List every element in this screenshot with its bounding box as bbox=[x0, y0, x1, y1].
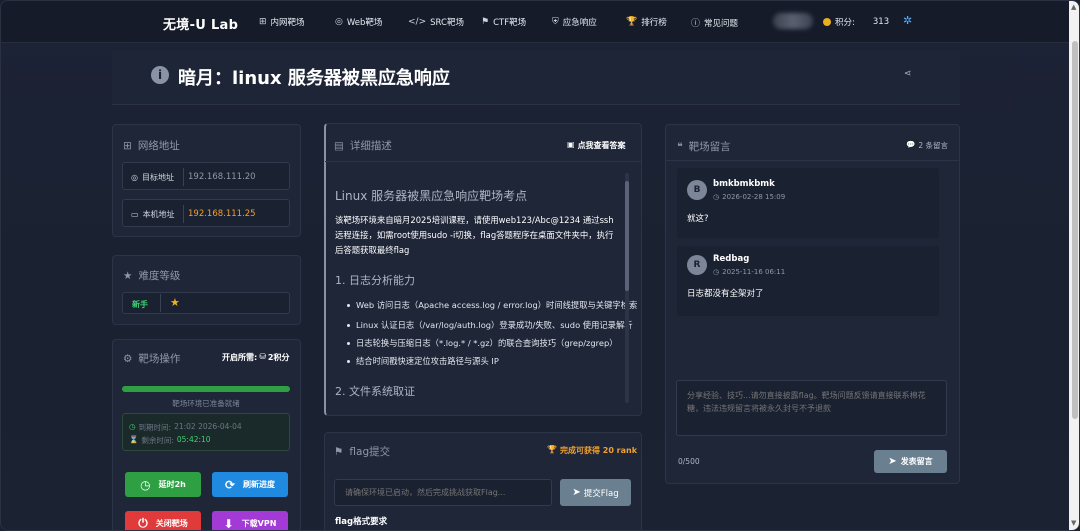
list-item: 结合时间戳快速定位攻击路径与源头 IP bbox=[347, 355, 499, 367]
star-icon: ★ bbox=[123, 269, 133, 282]
flag-heading: ⚑ flag提交 bbox=[334, 445, 391, 459]
difficulty-field: 新手 ★ bbox=[122, 292, 290, 314]
avatar: B bbox=[687, 180, 707, 200]
local-address-field[interactable]: ▭ 本机地址 192.168.111.25 bbox=[122, 199, 290, 227]
nav-item-rank[interactable]: 🏆 排行榜 bbox=[626, 16, 667, 28]
list-item: Linux 认证日志（/var/log/auth.log）登录成功/失败、sud… bbox=[347, 319, 633, 331]
flag-format-label: flag格式要求 bbox=[335, 517, 388, 527]
clock-icon: ◷ bbox=[713, 268, 720, 276]
scroll-down-icon: ▼ bbox=[1071, 519, 1077, 527]
comment-user[interactable]: bmkbmkbmk bbox=[713, 179, 775, 189]
coins-icon: ⛁ bbox=[259, 352, 266, 361]
cogs-icon: ⚙ bbox=[123, 352, 133, 365]
difficulty-level: 新手 bbox=[132, 300, 148, 309]
target-address-field[interactable]: ◎ 目标地址 192.168.111.20 bbox=[122, 162, 290, 190]
close-env-button[interactable]: ⏻ 关闭靶场 bbox=[125, 511, 201, 530]
coin-icon bbox=[823, 18, 831, 26]
hourglass-icon: ⌛ bbox=[129, 435, 139, 444]
comment-textarea[interactable] bbox=[676, 380, 947, 436]
submit-flag-button[interactable]: ➤ 提交Flag bbox=[560, 479, 631, 506]
comment-user[interactable]: Redbag bbox=[713, 254, 749, 264]
flag-icon: ⚑ bbox=[481, 17, 490, 27]
globe-icon: ◎ bbox=[335, 17, 343, 27]
comments-heading: ❝ 靶场留言 bbox=[677, 140, 731, 154]
monitor-icon: ▭ bbox=[131, 210, 139, 219]
nav-item-ctf[interactable]: ⚑ CTF靶场 bbox=[481, 16, 526, 28]
flag-reward: 🏆 完成可获得 20 rank bbox=[547, 445, 638, 455]
flag-icon: ⚑ bbox=[334, 445, 344, 458]
target-address-value[interactable]: 192.168.111.20 bbox=[188, 172, 256, 182]
power-icon: ⏻ bbox=[138, 516, 148, 530]
difficulty-heading: ★ 难度等级 bbox=[123, 269, 181, 283]
clock-icon: ◷ bbox=[129, 422, 136, 431]
network-icon: ⊞ bbox=[259, 17, 267, 27]
comments-icon: ❝ bbox=[677, 140, 683, 153]
nav-item-incident[interactable]: ⛨ 应急响应 bbox=[552, 16, 597, 28]
book-icon: ▣ bbox=[567, 140, 575, 149]
desc-section-2: 2. 文件系统取证 bbox=[335, 385, 415, 398]
local-address-value[interactable]: 192.168.111.25 bbox=[188, 209, 256, 219]
scroll-up-icon: ▲ bbox=[1071, 3, 1077, 11]
user-points: 积分: 313 bbox=[823, 16, 889, 28]
nav-item-intranet[interactable]: ⊞ 内网靶场 bbox=[259, 16, 305, 28]
info-circle-icon: i bbox=[151, 66, 169, 84]
nav-item-src[interactable]: </> SRC靶场 bbox=[408, 16, 464, 28]
desc-intro: 该靶场环境来自暗月2025培训课程，请使用web123/Abc@1234 通过s… bbox=[335, 215, 614, 255]
timer-box: ◷ 到期时间: 21:02 2026-04-04 ⌛ 剩余时间: 05:42:10 bbox=[122, 413, 290, 451]
refresh-icon: ⟳ bbox=[224, 477, 236, 492]
description-card bbox=[324, 123, 642, 416]
desc-title: Linux 服务器被黑应急响应靶场考点 bbox=[335, 189, 528, 203]
globe-icon: ◎ bbox=[131, 173, 138, 182]
clock-icon: ◷ bbox=[140, 477, 151, 492]
trophy-icon: 🏆 bbox=[626, 17, 638, 27]
ops-cost: 开启所需: ⛁ 2积分 bbox=[222, 352, 290, 362]
network-heading: ⊞ 网络地址 bbox=[123, 139, 180, 153]
page-title: 暗月：linux 服务器被黑应急响应 bbox=[178, 68, 450, 89]
download-vpn-button[interactable]: ⬇ 下载VPN bbox=[212, 511, 288, 531]
env-status: 靶场环境已准备就绪 bbox=[172, 399, 240, 408]
refresh-button[interactable]: ⟳ 刷新进度 bbox=[212, 472, 288, 497]
trophy-icon: 🏆 bbox=[547, 445, 557, 454]
env-progress-bar bbox=[122, 386, 290, 392]
brand-logo[interactable]: 无境-U Lab bbox=[163, 14, 238, 33]
comment-count: 💬 2 条留言 bbox=[906, 140, 948, 150]
view-answer-link[interactable]: ▣ 点我查看答案 bbox=[567, 140, 626, 151]
comment-icon: 💬 bbox=[906, 140, 916, 149]
send-icon: ➤ bbox=[572, 487, 581, 498]
description-scrollbar[interactable] bbox=[625, 173, 629, 403]
nav-item-faq[interactable]: ⓘ 常见问题 bbox=[691, 16, 738, 30]
list-item: 日志轮换与压缩日志（*.log.* / *.gz）的联合查询技巧（grep/zg… bbox=[347, 337, 618, 349]
settings-gear-icon[interactable]: ✲ bbox=[903, 14, 912, 27]
avatar: R bbox=[687, 255, 707, 275]
nav-item-web[interactable]: ◎ Web靶场 bbox=[335, 16, 382, 28]
shield-icon: ⛨ bbox=[552, 17, 559, 27]
list-item: Web 访问日志（Apache access.log / error.log）时… bbox=[347, 299, 637, 311]
scrollbar-thumb[interactable] bbox=[1072, 41, 1078, 419]
char-counter: 0/500 bbox=[678, 457, 700, 466]
comment-text: 就这? bbox=[687, 214, 709, 224]
send-icon: ➤ bbox=[888, 456, 897, 467]
desc-section-1: 1. 日志分析能力 bbox=[335, 274, 415, 287]
post-comment-button[interactable]: ➤ 发表留言 bbox=[874, 450, 947, 473]
extend-button[interactable]: ◷ 延时2h bbox=[125, 472, 201, 497]
sitemap-icon: ⊞ bbox=[123, 139, 132, 152]
code-icon: </> bbox=[408, 17, 427, 27]
app-window: 无境-U Lab ⊞ 内网靶场 ◎ Web靶场 </> SRC靶场 ⚑ CTF靶… bbox=[0, 0, 1080, 531]
clock-icon: ◷ bbox=[713, 193, 720, 201]
info-icon: ⓘ bbox=[691, 19, 701, 29]
user-avatar[interactable] bbox=[773, 13, 813, 29]
page-scrollbar[interactable]: ▲ ▼ bbox=[1069, 1, 1079, 530]
file-icon: ▤ bbox=[334, 139, 344, 152]
comment-item: R Redbag ◷ 2025-11-16 06:11 日志都没有全架对了 bbox=[677, 246, 939, 316]
comment-item: B bmkbmkbmk ◷ 2026-02-28 15:09 就这? bbox=[677, 168, 939, 238]
share-icon[interactable]: ⋖ bbox=[904, 69, 912, 79]
star-icon: ★ bbox=[170, 296, 180, 309]
ops-heading: ⚙ 靶场操作 bbox=[123, 352, 181, 366]
description-heading: ▤ 详细描述 bbox=[334, 139, 392, 153]
comment-text: 日志都没有全架对了 bbox=[687, 289, 764, 299]
download-icon: ⬇ bbox=[223, 516, 234, 531]
difficulty-card bbox=[112, 255, 301, 325]
flag-input[interactable] bbox=[334, 479, 552, 506]
